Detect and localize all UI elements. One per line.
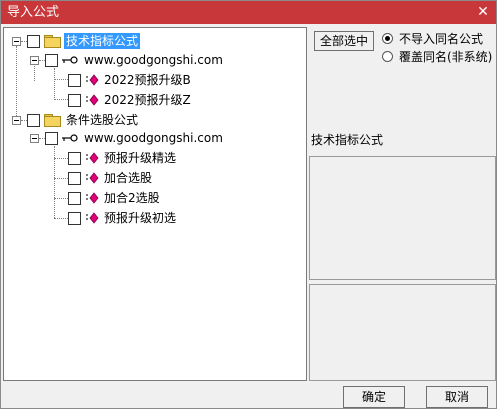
- formula-icon: [86, 152, 99, 164]
- cancel-button[interactable]: 取消: [426, 386, 488, 408]
- tree-node-formula[interactable]: 加合2选股: [68, 189, 162, 207]
- tree-node-label: 预报升级精选: [104, 151, 177, 165]
- collapse-icon[interactable]: [12, 115, 21, 125]
- tree-node-label: 预报升级初选: [104, 211, 177, 225]
- radio-label: 覆盖同名(非系统): [399, 49, 493, 64]
- checkbox[interactable]: [45, 131, 58, 145]
- formula-icon: [86, 172, 99, 184]
- tree-node-stock-screening[interactable]: 条件选股公式: [12, 111, 140, 129]
- tree-connector: [54, 68, 55, 100]
- checkbox[interactable]: [68, 93, 81, 107]
- tree-node-formula[interactable]: 预报升级初选: [68, 209, 178, 227]
- checkbox[interactable]: [68, 211, 81, 225]
- checkbox[interactable]: [45, 53, 58, 67]
- formula-icon: [86, 212, 99, 224]
- key-icon: [62, 134, 78, 142]
- close-icon[interactable]: ✕: [474, 3, 492, 21]
- tree-node-label: 条件选股公式: [66, 113, 139, 127]
- radio-overwrite-duplicates[interactable]: 覆盖同名(非系统): [382, 48, 492, 64]
- select-all-button[interactable]: 全部选中: [314, 31, 374, 51]
- tree-node-label: www.goodgongshi.com: [84, 53, 223, 67]
- tree-node-formula[interactable]: 2022预报升级B: [68, 71, 193, 89]
- window-title: 导入公式: [7, 5, 60, 20]
- checkbox[interactable]: [68, 73, 81, 87]
- tree-node-technical-indicators[interactable]: 技术指标公式: [12, 32, 141, 50]
- formula-icon: [86, 74, 99, 86]
- tree-node-label: 加合选股: [104, 171, 153, 185]
- tree-connector: [54, 99, 68, 100]
- checkbox[interactable]: [68, 151, 81, 165]
- checkbox[interactable]: [68, 191, 81, 205]
- tree-node-label: 加合2选股: [104, 191, 160, 205]
- formula-tree[interactable]: 技术指标公式 www.goodgongshi.com 2022预报升级B 202…: [3, 27, 307, 381]
- tree-node-formula[interactable]: 预报升级精选: [68, 149, 178, 167]
- collapse-icon[interactable]: [12, 36, 21, 46]
- tree-node-formula[interactable]: 2022预报升级Z: [68, 91, 193, 109]
- radio-label: 不导入同名公式: [399, 31, 484, 46]
- tree-node-label: 技术指标公式: [64, 33, 141, 49]
- tree-node-source[interactable]: www.goodgongshi.com: [30, 51, 225, 69]
- radio-skip-duplicates[interactable]: 不导入同名公式: [382, 30, 483, 46]
- formula-icon: [86, 94, 99, 106]
- collapse-icon[interactable]: [30, 55, 39, 65]
- title-bar[interactable]: 导入公式 ✕: [1, 1, 496, 24]
- collapse-icon[interactable]: [30, 133, 39, 143]
- formula-description-box: [309, 156, 496, 280]
- tree-node-label: 2022预报升级B: [104, 73, 191, 87]
- tree-node-label: www.goodgongshi.com: [84, 131, 223, 145]
- tree-connector: [54, 146, 55, 218]
- section-label: 技术指标公式: [311, 133, 384, 147]
- folder-icon: [44, 114, 61, 127]
- checkbox[interactable]: [68, 171, 81, 185]
- formula-icon: [86, 192, 99, 204]
- radio-button[interactable]: [382, 32, 393, 44]
- tree-connector: [54, 178, 68, 179]
- import-formula-dialog: 导入公式 ✕ 技术指标公式 www.goodgongshi.com 2022预报…: [0, 0, 497, 409]
- radio-button[interactable]: [382, 50, 393, 62]
- formula-detail-box: [309, 284, 496, 381]
- tree-connector: [54, 198, 68, 199]
- tree-node-label: 2022预报升级Z: [104, 93, 191, 107]
- key-icon: [62, 56, 78, 64]
- tree-connector: [54, 218, 68, 219]
- tree-connector: [54, 79, 68, 80]
- checkbox[interactable]: [27, 113, 40, 127]
- ok-button[interactable]: 确定: [343, 386, 405, 408]
- tree-connector: [54, 158, 68, 159]
- checkbox[interactable]: [27, 34, 40, 48]
- tree-node-formula[interactable]: 加合选股: [68, 169, 154, 187]
- tree-node-source[interactable]: www.goodgongshi.com: [30, 129, 225, 147]
- folder-icon: [44, 35, 61, 48]
